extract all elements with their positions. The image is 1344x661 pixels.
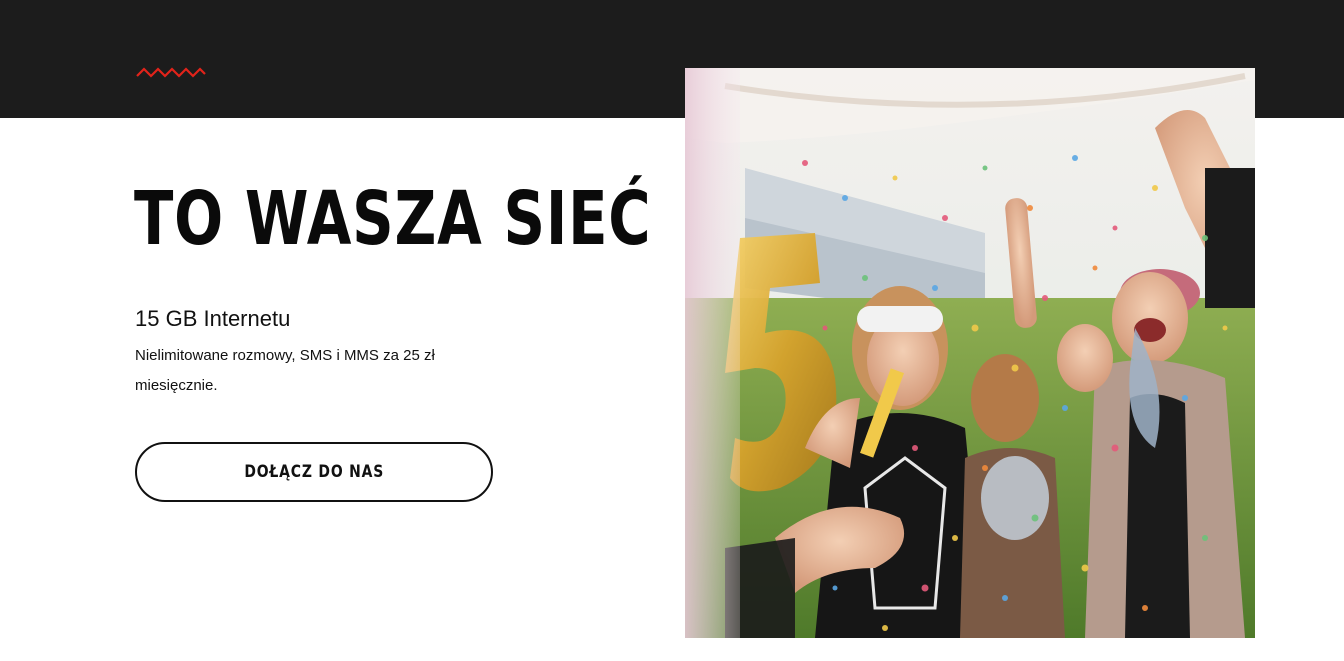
zigzag-icon — [136, 67, 206, 78]
offer-description: Nielimitowane rozmowy, SMS i MMS za 25 z… — [135, 347, 435, 394]
join-us-button[interactable]: DOŁĄCZ DO NAS — [135, 442, 493, 502]
party-photo — [685, 68, 1255, 638]
party-photo-illustration — [685, 68, 1255, 638]
offer-subtitle: 15 GB Internetu — [135, 306, 291, 331]
join-us-button-label: DOŁĄCZ DO NAS — [244, 462, 384, 482]
page-title: TO WASZA SIEĆ — [134, 176, 652, 262]
